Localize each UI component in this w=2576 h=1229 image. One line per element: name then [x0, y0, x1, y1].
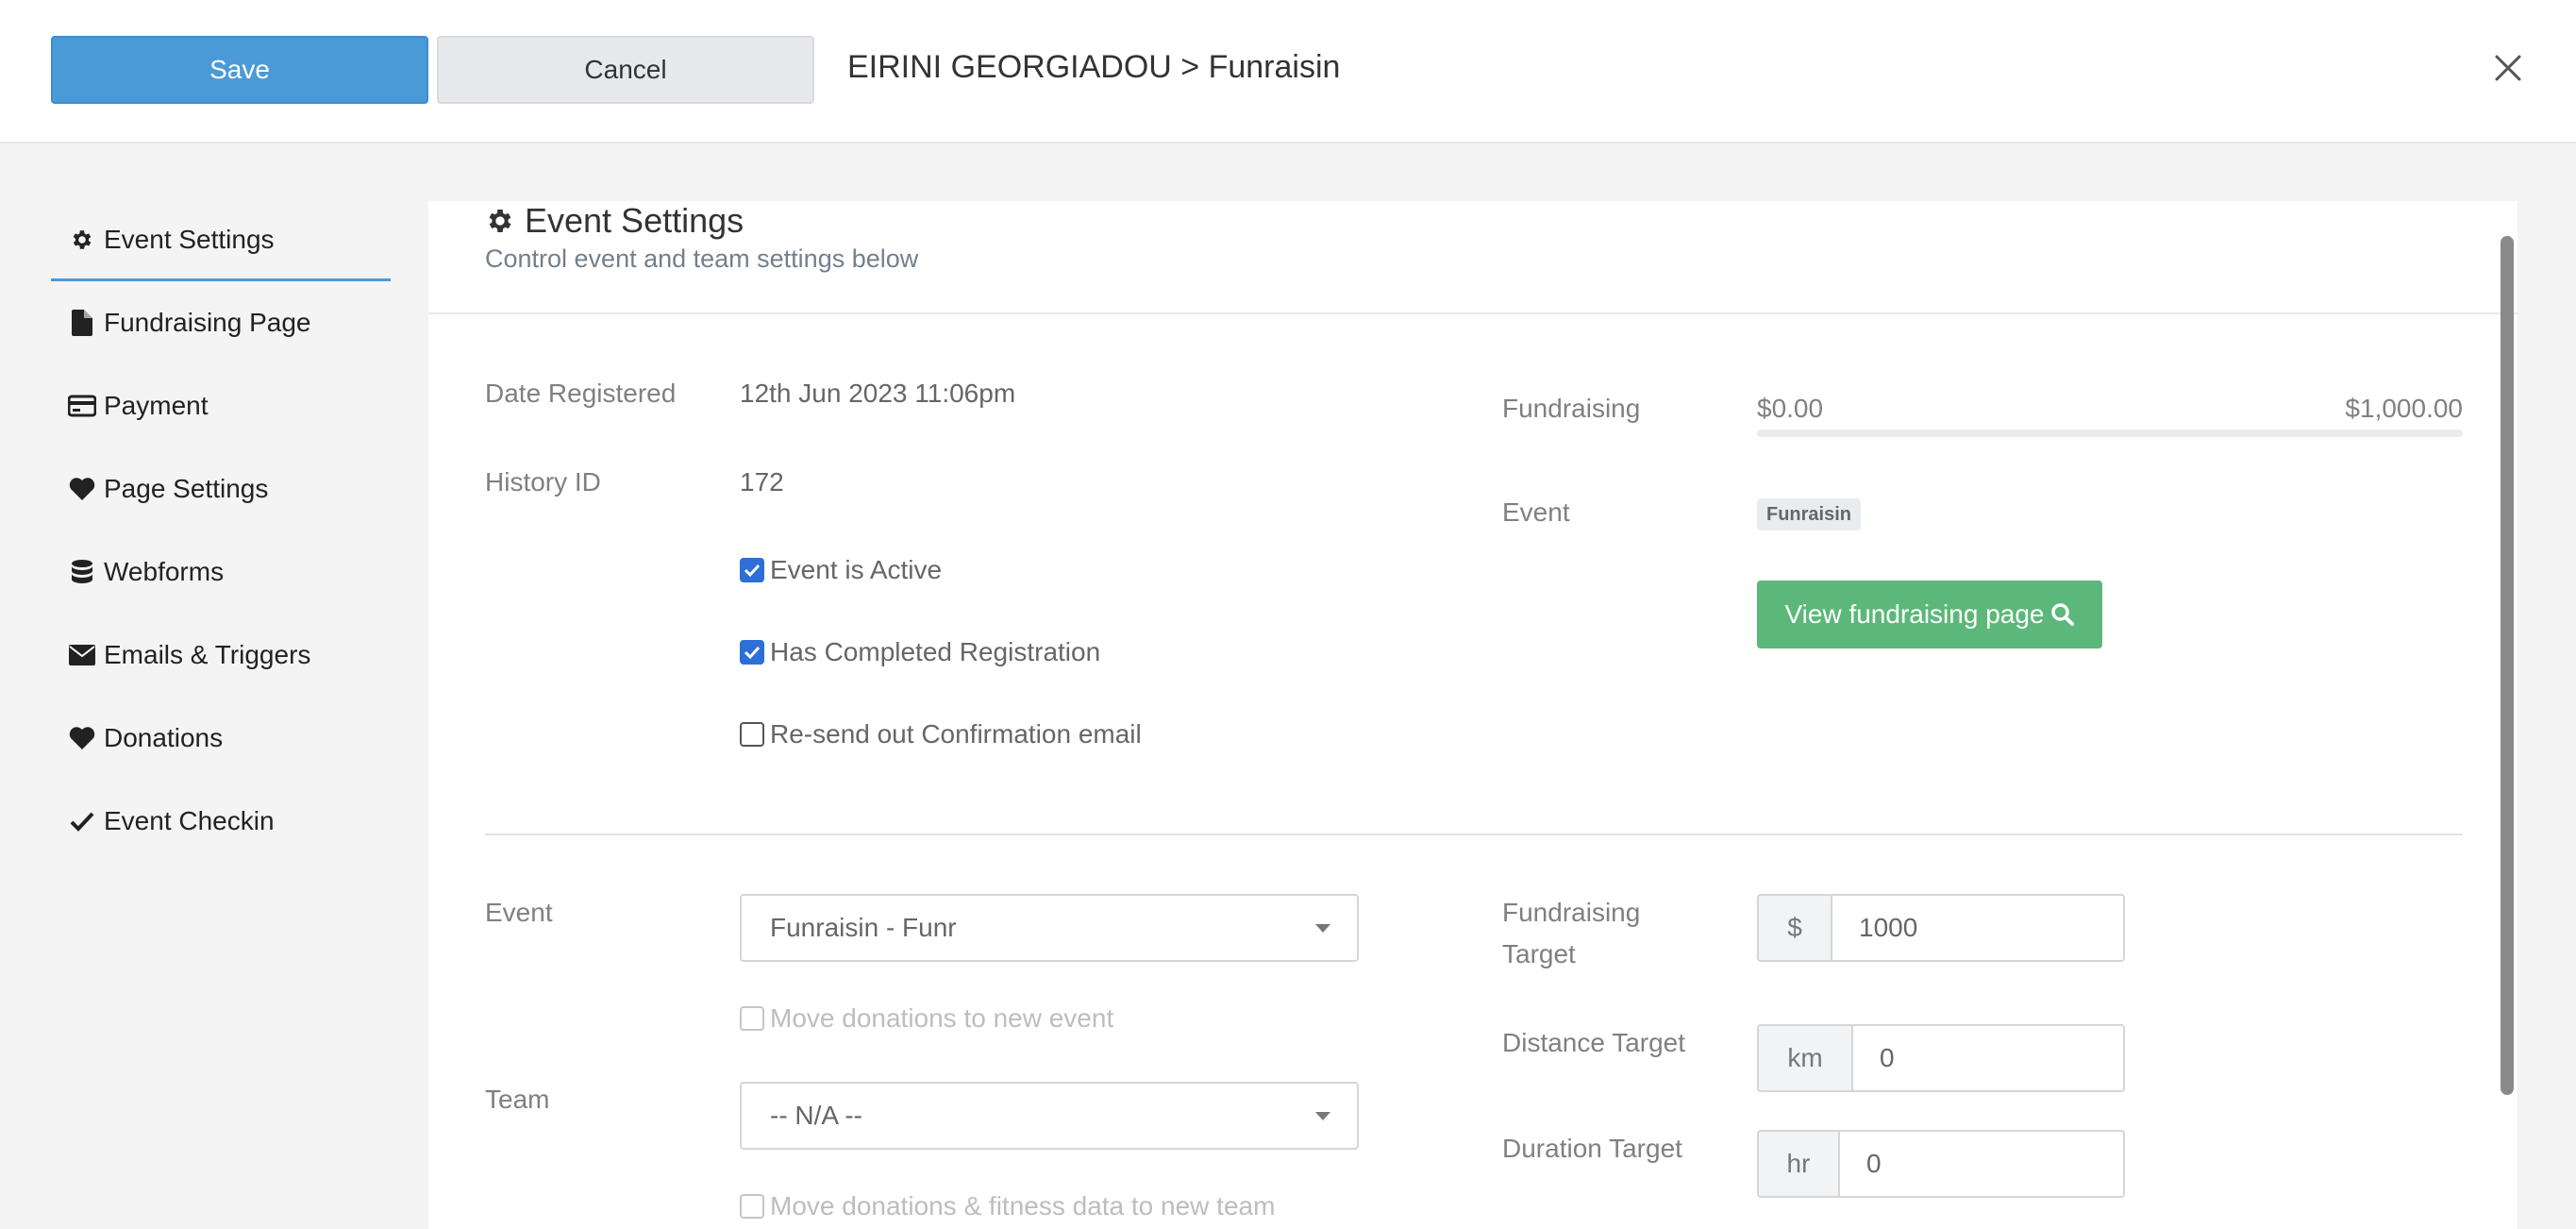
- duration-target-label: Duration Target: [1502, 1134, 1682, 1163]
- checkbox-unchecked-icon[interactable]: [740, 722, 764, 747]
- move-donations-label: Move donations to new event: [770, 1003, 1114, 1033]
- sidebar-item-payment[interactable]: Payment: [51, 364, 391, 447]
- sidebar-item-emails-triggers[interactable]: Emails & Triggers: [51, 614, 391, 697]
- completed-registration-checkbox[interactable]: Has Completed Registration: [740, 637, 1100, 667]
- completed-registration-label: Has Completed Registration: [770, 637, 1101, 666]
- sidebar-item-label: Event Checkin: [104, 806, 275, 835]
- resend-confirmation-checkbox[interactable]: Re-send out Confirmation email: [740, 719, 1142, 749]
- event-active-label: Event is Active: [770, 555, 943, 584]
- view-fundraising-page-label: View fundraising page: [1784, 599, 2045, 629]
- event-settings-panel: Event Settings Control event and team se…: [428, 201, 2517, 1229]
- gear-icon: [68, 226, 96, 254]
- sidebar-item-label: Webforms: [104, 557, 225, 586]
- sidebar-item-donations[interactable]: Donations: [51, 697, 391, 780]
- envelope-icon: [68, 641, 96, 669]
- sidebar-item-label: Event Settings: [104, 225, 275, 254]
- event-select-value: Funraisin - Funr: [770, 913, 957, 942]
- section-subtitle: Control event and team settings below: [485, 244, 919, 273]
- check-icon: [68, 807, 96, 835]
- caret-down-icon: [1315, 1112, 1330, 1120]
- sidebar-nav: Event Settings Fundraising Page Payment …: [51, 198, 391, 863]
- section-title-text: Event Settings: [525, 201, 744, 240]
- gear-icon: [485, 206, 515, 236]
- event-badge: Funraisin: [1757, 498, 1862, 530]
- duration-target-input[interactable]: [1838, 1130, 2125, 1198]
- fundraising-target-input[interactable]: [1831, 894, 2125, 962]
- section-divider: [485, 833, 2463, 835]
- fundraising-progress-bar: [1757, 429, 2463, 437]
- search-icon: [2050, 602, 2075, 627]
- checkbox-unchecked-icon[interactable]: [740, 1194, 764, 1219]
- page-title: EIRINI GEORGIADOU > Funraisin: [847, 49, 1341, 85]
- team-select-value: -- N/A --: [770, 1101, 862, 1130]
- panel-header: Event Settings Control event and team se…: [428, 201, 2517, 314]
- event-select[interactable]: Funraisin - Funr: [740, 894, 1359, 962]
- event-active-checkbox[interactable]: Event is Active: [740, 555, 942, 585]
- history-id-label: History ID: [485, 467, 601, 497]
- database-icon: [68, 558, 96, 586]
- view-fundraising-page-button[interactable]: View fundraising page: [1757, 581, 2102, 648]
- dollar-addon: $: [1757, 894, 1831, 962]
- close-icon[interactable]: [2487, 47, 2529, 89]
- sidebar-item-webforms[interactable]: Webforms: [51, 530, 391, 614]
- section-title: Event Settings: [485, 201, 744, 241]
- sidebar-item-event-checkin[interactable]: Event Checkin: [51, 780, 391, 863]
- fundraising-target-group: $: [1757, 894, 2125, 962]
- heart-icon: [68, 475, 96, 503]
- distance-target-input[interactable]: [1851, 1024, 2125, 1092]
- sidebar-item-page-settings[interactable]: Page Settings: [51, 447, 391, 530]
- distance-target-label: Distance Target: [1502, 1028, 1686, 1057]
- team-select[interactable]: -- N/A --: [740, 1082, 1359, 1150]
- event-info-label: Event: [1502, 497, 1570, 527]
- file-icon: [68, 309, 96, 337]
- move-team-data-label: Move donations & fitness data to new tea…: [770, 1191, 1276, 1221]
- fundraising-label: Fundraising: [1502, 394, 1641, 423]
- move-donations-checkbox[interactable]: Move donations to new event: [740, 1003, 1113, 1034]
- team-select-label: Team: [485, 1085, 550, 1114]
- sidebar-item-label: Page Settings: [104, 474, 269, 503]
- distance-target-group: km: [1757, 1024, 2125, 1092]
- caret-down-icon: [1315, 924, 1330, 933]
- sidebar-item-label: Emails & Triggers: [104, 640, 311, 669]
- fundraising-target-display: $1,000.00: [2345, 394, 2463, 423]
- checkbox-checked-icon[interactable]: [740, 640, 764, 665]
- sidebar-item-label: Payment: [104, 391, 209, 420]
- credit-card-icon: [68, 392, 96, 420]
- cancel-button[interactable]: Cancel: [437, 36, 814, 104]
- panel-scrollbar[interactable]: [2501, 236, 2514, 1095]
- fundraising-target-label-line1: Fundraising: [1502, 898, 1641, 927]
- resend-confirmation-label: Re-send out Confirmation email: [770, 719, 1142, 749]
- fundraising-target-label-line2: Target: [1502, 939, 1576, 968]
- event-select-label: Event: [485, 898, 553, 927]
- fundraising-raised-value: $0.00: [1757, 394, 1824, 423]
- date-registered-value: 12th Jun 2023 11:06pm: [740, 379, 1016, 408]
- km-addon: km: [1757, 1024, 1851, 1092]
- sidebar-item-fundraising-page[interactable]: Fundraising Page: [51, 281, 391, 364]
- save-button[interactable]: Save: [51, 36, 428, 104]
- header-bar: Save Cancel EIRINI GEORGIADOU > Funraisi…: [0, 0, 2576, 143]
- checkbox-checked-icon[interactable]: [740, 558, 764, 582]
- move-team-data-checkbox[interactable]: Move donations & fitness data to new tea…: [740, 1191, 1275, 1221]
- checkbox-unchecked-icon[interactable]: [740, 1006, 764, 1031]
- history-id-value: 172: [740, 467, 784, 497]
- date-registered-label: Date Registered: [485, 379, 677, 408]
- duration-target-group: hr: [1757, 1130, 2125, 1198]
- sidebar-item-label: Donations: [104, 723, 224, 752]
- sidebar-item-event-settings[interactable]: Event Settings: [51, 198, 391, 281]
- hr-addon: hr: [1757, 1130, 1838, 1198]
- sidebar-item-label: Fundraising Page: [104, 308, 311, 337]
- heart-icon: [68, 724, 96, 752]
